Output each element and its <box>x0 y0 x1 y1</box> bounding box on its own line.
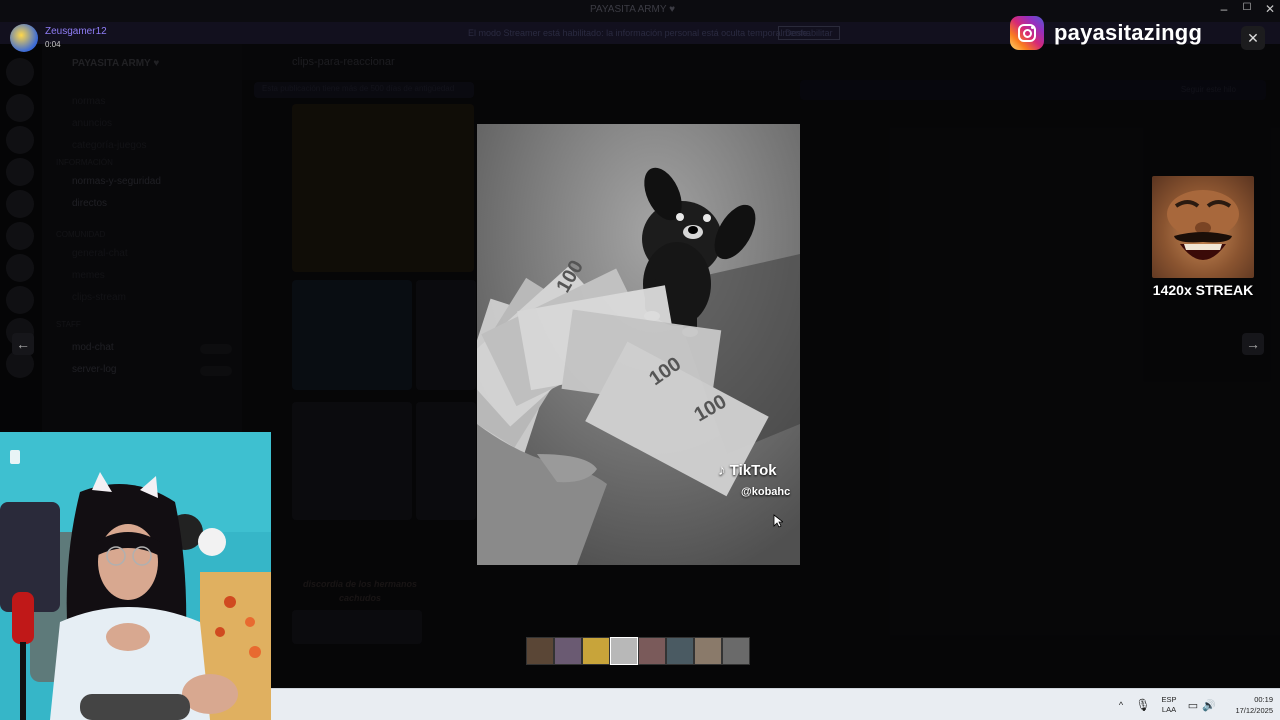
screen: PAYASITA ARMY ♥ – ☐ ✕ El modo Streamer e… <box>0 0 1280 720</box>
lang-bottom: LAA <box>1161 705 1177 714</box>
thumbnail-selected[interactable] <box>610 637 638 665</box>
clock[interactable]: 00:19 17/12/2025 <box>1215 694 1273 716</box>
window-title: PAYASITA ARMY ♥ <box>590 4 676 15</box>
next-arrow-icon[interactable]: → <box>1242 333 1264 355</box>
previous-arrow-icon[interactable]: ← <box>12 333 34 355</box>
network-icon[interactable]: ▭ <box>1185 689 1201 720</box>
instagram-handle: payasitazingg <box>1054 20 1203 45</box>
streak-label: 1420x STREAK <box>1152 282 1254 298</box>
close-viewer-icon[interactable]: ✕ <box>1241 26 1265 50</box>
clock-date: 17/12/2025 <box>1235 706 1273 715</box>
laughing-face-image <box>1152 176 1254 278</box>
dog-and-money-photo: 100 100 100 <box>477 124 800 565</box>
thumbnail[interactable] <box>666 637 694 665</box>
webcam-feed <box>0 432 271 720</box>
banner-disable-button[interactable]: Deshabilitar <box>778 26 840 40</box>
username: Zeusgamer12 <box>45 26 107 37</box>
clock-time: 00:19 <box>1254 695 1273 704</box>
windows-taskbar: ^ 🎙 ESP LAA ▭ 🔊 00:19 17/12/2025 <box>271 688 1280 720</box>
banner-text: El modo Streamer está habilitado: la inf… <box>468 28 811 38</box>
thumbnail[interactable] <box>638 637 666 665</box>
window-close-button[interactable]: ✕ <box>1260 2 1280 16</box>
thumbnail[interactable] <box>694 637 722 665</box>
window-titlebar: PAYASITA ARMY ♥ – ☐ ✕ <box>0 0 1280 22</box>
maximize-button[interactable]: ☐ <box>1237 2 1257 13</box>
instagram-icon <box>1010 16 1044 50</box>
thumbnail[interactable] <box>722 637 750 665</box>
input-language[interactable]: ESP LAA <box>1160 695 1178 715</box>
streamer-webcam-image <box>0 432 271 720</box>
thumbnail[interactable] <box>582 637 610 665</box>
tiktok-brand: TikTok <box>729 462 777 479</box>
thumbnail-strip <box>526 637 750 665</box>
lang-top: ESP <box>1161 695 1177 704</box>
microphone-icon[interactable]: 🎙 <box>1135 689 1151 720</box>
elapsed-timer: 0:04 <box>45 40 61 49</box>
tiktok-watermark: ♪ TikTok <box>718 462 777 479</box>
avatar <box>10 24 38 52</box>
media-image[interactable]: 100 100 100 <box>477 124 800 565</box>
thumbnail[interactable] <box>554 637 582 665</box>
tiktok-note-icon: ♪ <box>718 462 726 479</box>
minimize-button[interactable]: – <box>1214 2 1234 16</box>
thumbnail[interactable] <box>526 637 554 665</box>
chevron-up-icon[interactable]: ^ <box>1113 689 1129 720</box>
mouse-cursor-icon <box>773 514 783 528</box>
tiktok-handle: @kobahc <box>741 486 791 498</box>
